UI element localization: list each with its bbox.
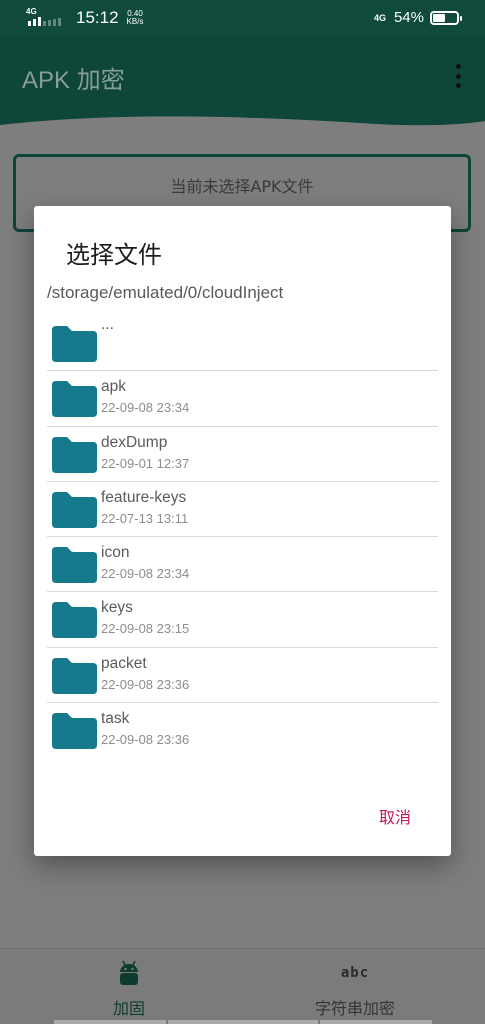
network-type-label: 4G [26,7,37,16]
more-vert-icon[interactable] [453,64,463,88]
battery-percent: 54% [393,9,424,26]
item-date: 22-07-13 13:11 [101,510,189,526]
item-name: dexDump [101,433,168,451]
item-name: keys [101,599,133,617]
signal-icon: 4G [26,7,72,28]
battery-icon [430,10,462,25]
status-bar: 4G 15:12 0.40 KB/s 4G 54% [0,0,485,38]
folder-icon [52,602,97,639]
tab-string-encrypt[interactable]: abc 字符串加密 [300,957,410,1019]
folder-icon [52,547,97,584]
clock: 15:12 [76,8,119,27]
item-date: 22-09-08 23:36 [101,676,190,692]
folder-icon [52,713,97,750]
list-item[interactable]: keys 22-09-08 23:15 [47,592,438,648]
item-name: apk [101,378,126,396]
list-item[interactable]: task 22-09-08 23:36 [47,703,438,758]
item-name: icon [101,544,130,562]
list-item-parent[interactable]: ... [47,316,438,372]
list-item[interactable]: feature-keys 22-07-13 13:11 [47,482,438,538]
folder-icon [52,491,97,528]
list-item[interactable]: apk 22-09-08 23:34 [47,371,438,427]
folder-icon [52,436,97,473]
tab-guard-label: 加固 [112,999,145,1018]
tab-guard[interactable]: 加固 [100,957,158,1019]
item-name: ... [101,316,114,333]
dialog-title: 选择文件 [66,241,162,269]
item-name: packet [101,654,147,672]
current-path: /storage/emulated/0/cloudInject [47,283,284,302]
list-item[interactable]: icon 22-09-08 23:34 [47,537,438,593]
folder-icon [52,326,97,362]
list-item[interactable]: packet 22-09-08 23:36 [47,648,438,704]
network-speed: 0.40 KB/s [127,10,144,26]
folder-icon [52,381,97,418]
list-item[interactable]: dexDump 22-09-01 12:37 [47,427,438,482]
file-selector-label: 当前未选择APK文件 [170,177,314,196]
cancel-button[interactable]: 取消 [379,804,411,828]
abc-icon: abc [340,965,370,981]
item-date: 22-09-08 23:36 [101,732,190,748]
folder-icon [52,657,97,694]
nav-indicator [0,1020,485,1024]
app-title: APK 加密 [22,67,125,94]
bottom-navigation: 加固 abc 字符串加密 [0,948,485,1024]
file-list: ... apk 22-09-08 23:34 dexDump 22-09-01 … [47,316,438,758]
item-name: feature-keys [101,488,187,506]
speed-unit: KB/s [126,17,144,26]
lte-icon: 4G [373,12,386,23]
item-date: 22-09-08 23:34 [101,400,190,416]
file-picker-dialog: 选择文件 /storage/emulated/0/cloudInject ...… [34,206,451,856]
android-icon [120,960,138,985]
item-name: task [101,710,130,728]
item-date: 22-09-08 23:15 [101,621,190,637]
app-bar: APK 加密 [0,38,485,135]
app-bar-wave [0,116,485,135]
tab-string-encrypt-label: 字符串加密 [314,999,395,1018]
item-date: 22-09-08 23:34 [101,566,190,582]
item-date: 22-09-01 12:37 [101,455,190,471]
